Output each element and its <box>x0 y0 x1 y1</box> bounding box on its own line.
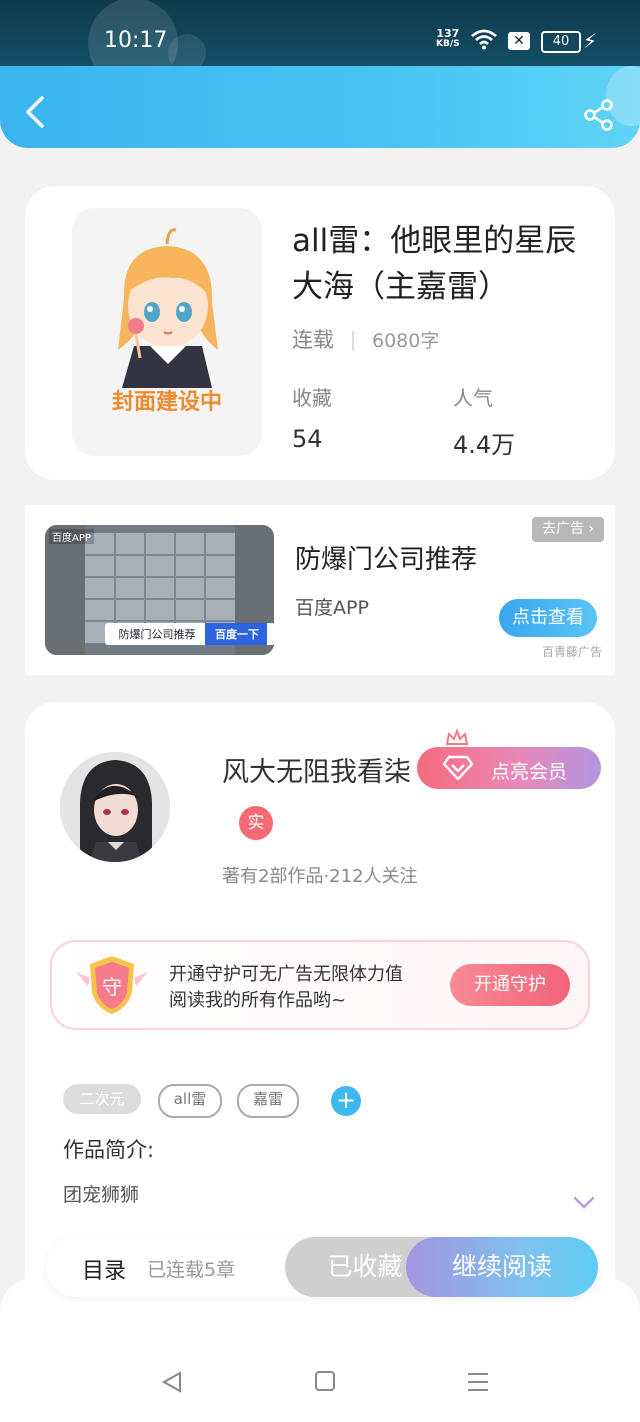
word-count: 6080字 <box>372 330 440 352</box>
charging-icon: ⚡ <box>583 29 598 53</box>
serial-status: 连载 <box>292 328 334 352</box>
add-tag-button[interactable]: + <box>331 1086 361 1116</box>
stat-favorites: 收藏 54 <box>292 382 332 453</box>
system-back-icon[interactable] <box>160 1370 184 1394</box>
ad-provider-label: 百青藤广告 <box>542 645 603 659</box>
remove-ad-button[interactable]: 去广告 › <box>532 517 604 542</box>
activate-vip-button[interactable]: 点亮会员 <box>417 747 601 789</box>
ad-view-button[interactable]: 点击查看 <box>499 599 597 637</box>
guard-promo-text: 开通守护可无广告无限体力值 阅读我的所有作品哟~ <box>169 964 403 1011</box>
stat-value: 4.4万 <box>453 431 516 459</box>
diamond-icon <box>443 755 473 781</box>
author-card: 风大无阻我看柒 点亮会员 实 著有2部作品·212人关注 守 开通守护可无广告无… <box>25 702 615 1322</box>
ad-source-badge: 百度APP <box>49 529 94 544</box>
ad-banner[interactable]: 百度APP 防爆门公司推荐 百度一下 防爆门公司推荐 百度APP 去广告 › 点… <box>25 505 615 675</box>
stat-value: 54 <box>292 425 323 453</box>
system-navigation-bar <box>0 1278 640 1422</box>
guard-promo-banner: 守 开通守护可无广告无限体力值 阅读我的所有作品哟~ 开通守护 <box>50 940 590 1030</box>
chevron-down-icon[interactable] <box>573 1196 595 1210</box>
vip-button-label: 点亮会员 <box>491 761 568 783</box>
book-status-row: 连载 6080字 <box>292 324 439 354</box>
wifi-icon <box>471 29 497 50</box>
tag-item[interactable]: 二次元 <box>63 1084 141 1114</box>
stat-label: 人气 <box>453 386 493 410</box>
author-name[interactable]: 风大无阻我看柒 <box>222 750 411 789</box>
verified-badge: 实 <box>239 806 273 840</box>
ad-image-search-button: 百度一下 <box>215 628 259 641</box>
chapter-count: 已连载5章 <box>147 1259 236 1281</box>
ad-image-caption: 防爆门公司推荐 <box>118 628 196 641</box>
network-speed: 137 KB/S <box>436 27 460 49</box>
book-title: all雷：他眼里的星辰大海（主嘉雷） <box>292 223 577 305</box>
activate-guard-button[interactable]: 开通守护 <box>450 964 570 1006</box>
stat-popularity: 人气 4.4万 <box>453 382 515 460</box>
status-time: 10:17 <box>104 28 168 53</box>
top-nav-bar <box>0 66 640 148</box>
table-of-contents-button[interactable]: 目录 <box>82 1253 126 1285</box>
book-info-card: 封面建设中 all雷：他眼里的星辰大海（主嘉雷） 连载 6080字 收藏 54 人… <box>25 186 615 480</box>
guard-shield-char: 守 <box>102 975 122 999</box>
back-arrow-icon[interactable] <box>20 94 50 130</box>
synopsis-text: 团宠狮狮 <box>63 1184 140 1206</box>
sim-blocked-icon: ✕ <box>508 32 530 50</box>
status-bar: 10:17 137 KB/S ✕ 40 ⚡ <box>0 0 640 88</box>
reading-action-bar: 目录 已连载5章 已收藏 继续阅读 <box>46 1237 598 1297</box>
author-meta: 著有2部作品·212人关注 <box>222 866 418 887</box>
guard-shield-icon: 守 <box>76 956 148 1014</box>
cover-placeholder-caption: 封面建设中 <box>111 390 222 415</box>
crown-icon <box>445 728 469 745</box>
system-home-icon[interactable] <box>314 1370 336 1392</box>
synopsis-label: 作品简介: <box>63 1138 155 1162</box>
system-menu-icon[interactable] <box>466 1370 490 1394</box>
share-icon[interactable] <box>582 98 616 132</box>
anime-girl-placeholder-illustration <box>118 228 218 388</box>
continue-reading-button[interactable]: 继续阅读 <box>406 1237 598 1297</box>
book-cover[interactable]: 封面建设中 <box>72 208 262 456</box>
ad-subtitle: 百度APP <box>295 597 369 619</box>
ad-image[interactable]: 百度APP 防爆门公司推荐 百度一下 <box>45 525 274 655</box>
author-avatar-illustration <box>60 752 170 862</box>
stat-label: 收藏 <box>292 386 332 410</box>
divider <box>352 331 354 351</box>
author-avatar[interactable] <box>60 752 170 862</box>
ad-title[interactable]: 防爆门公司推荐 <box>295 539 477 576</box>
battery-icon: 40 <box>541 31 581 53</box>
tag-item[interactable]: 嘉雷 <box>237 1084 299 1118</box>
tag-item[interactable]: all雷 <box>158 1084 222 1118</box>
